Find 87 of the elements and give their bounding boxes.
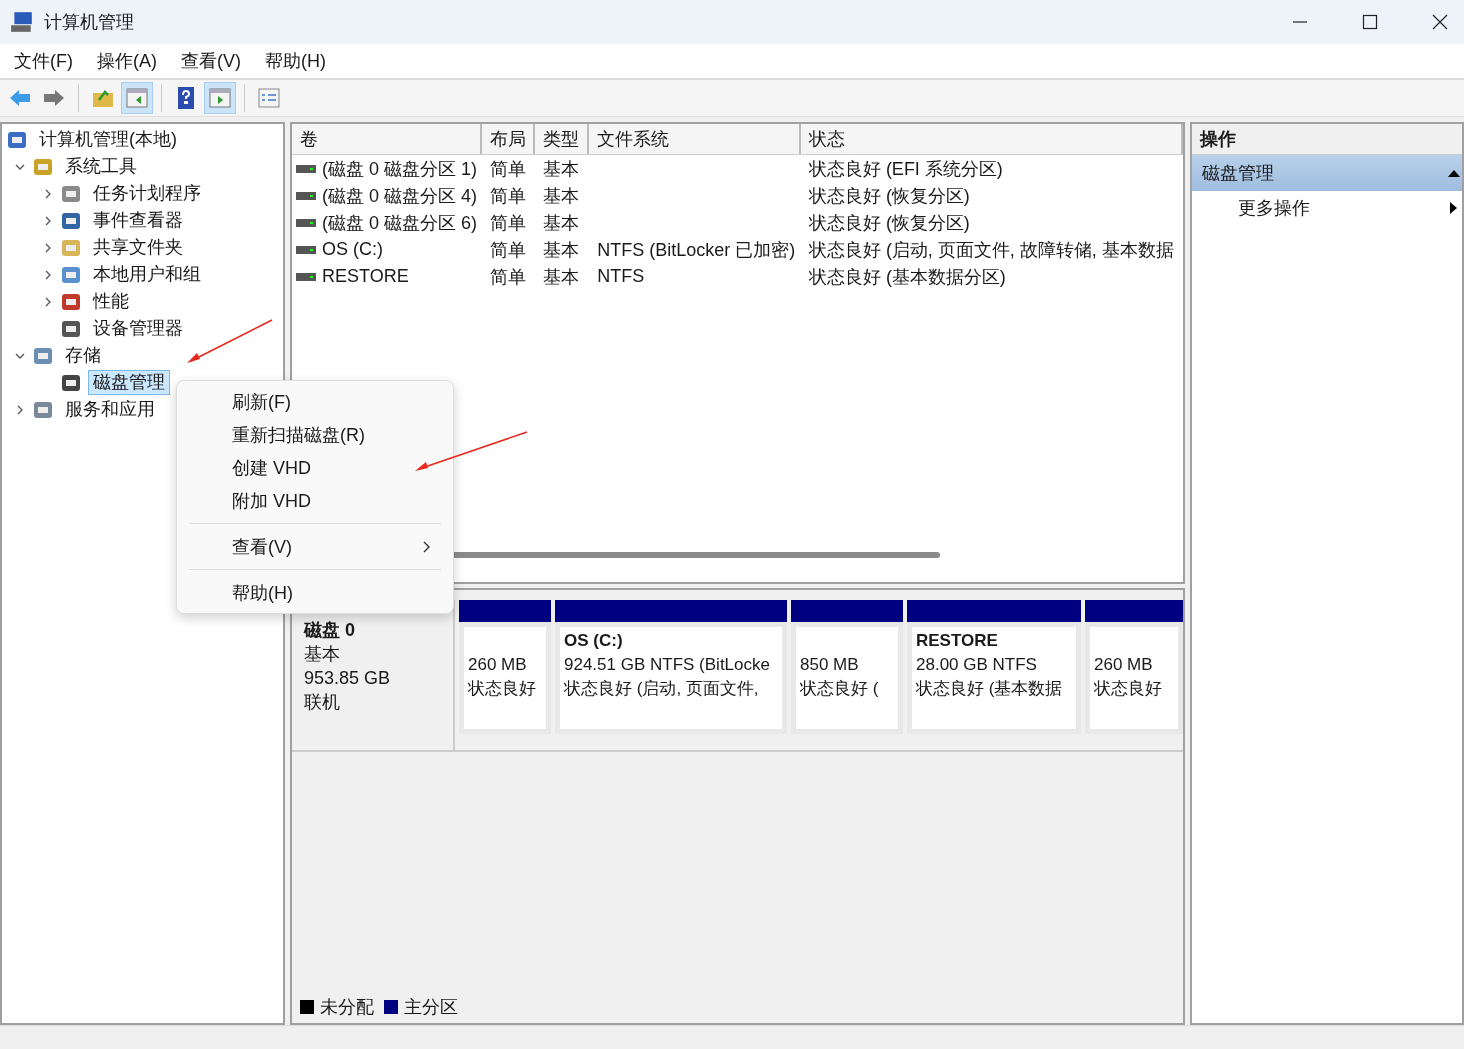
table-cell: RESTORE bbox=[322, 266, 409, 287]
context-menu-item[interactable]: 帮助(H) bbox=[177, 576, 453, 609]
submenu-arrow-icon bbox=[1450, 202, 1458, 214]
partition-title: RESTORE bbox=[916, 630, 999, 652]
partition-box[interactable]: OS (C:) 924.51 GB NTFS (BitLocke 状态良好 (启动, 页面文件, bbox=[555, 622, 787, 734]
window-title: 计算机管理 bbox=[44, 11, 134, 34]
tree-item[interactable]: 本地用户和组 bbox=[88, 262, 206, 287]
tree-item[interactable]: 事件查看器 bbox=[88, 208, 188, 233]
pane-icon bbox=[125, 86, 149, 110]
disk-name: 磁盘 0 bbox=[304, 619, 356, 642]
chevron-icon bbox=[423, 540, 431, 553]
tree-item[interactable]: 磁盘管理 bbox=[88, 370, 170, 395]
column-header[interactable]: 文件系统 bbox=[589, 124, 801, 154]
column-header[interactable]: 布局 bbox=[481, 124, 536, 154]
table-cell-text: 简单 bbox=[489, 238, 526, 262]
partition-text: 260 MB bbox=[468, 654, 528, 676]
context-menu-item[interactable]: 刷新(F) bbox=[177, 385, 453, 418]
table-cell: NTFS bbox=[597, 266, 645, 287]
table-cell-text: 基本 bbox=[543, 211, 580, 235]
partition-text: 状态良好 (启动, 页面文件, bbox=[564, 678, 760, 700]
legend-label: 主分区 bbox=[404, 996, 458, 1019]
column-header[interactable]: 状态 bbox=[800, 124, 1183, 154]
partition-box[interactable]: 850 MB 状态良好 ( bbox=[791, 622, 903, 734]
table-cell-text: 状态良好 (基本数据分区) bbox=[808, 265, 1006, 289]
menu-item[interactable]: 文件(F) bbox=[14, 49, 73, 73]
partition-text: 28.00 GB NTFS bbox=[916, 654, 1038, 676]
table-cell-text: 状态良好 (恢复分区) bbox=[808, 211, 970, 235]
table-cell: OS (C:) bbox=[322, 239, 383, 260]
tree-item[interactable]: 性能 bbox=[88, 289, 134, 314]
checklist-icon bbox=[257, 86, 281, 110]
table-cell-text: 基本 bbox=[543, 184, 580, 208]
table-cell-text: (磁盘 0 磁盘分区 6) bbox=[322, 211, 477, 235]
partition-text: 状态良好 ( bbox=[800, 678, 880, 700]
maximize-button[interactable] bbox=[1362, 14, 1378, 30]
close-button[interactable] bbox=[1432, 14, 1448, 30]
table-cell-text: 状态良好 (启动, 页面文件, 故障转储, 基本数据 bbox=[808, 238, 1174, 262]
volume-icon bbox=[296, 218, 316, 227]
context-menu-item[interactable]: 查看(V) bbox=[177, 530, 453, 563]
menu-item[interactable]: 帮助(H) bbox=[265, 49, 326, 73]
context-menu-item[interactable]: 创建 VHD bbox=[177, 451, 453, 484]
actions-header: 操作 bbox=[1192, 124, 1462, 155]
disk-size: 953.85 GB bbox=[304, 667, 392, 690]
actions-section[interactable]: 磁盘管理 bbox=[1192, 155, 1462, 191]
partition-text: 260 MB bbox=[1094, 654, 1154, 676]
table-cell-text: 基本 bbox=[543, 157, 580, 181]
partition-text: 状态良好 bbox=[1094, 678, 1163, 700]
partition-box[interactable]: 260 MB 状态良好 bbox=[459, 622, 551, 734]
volume-icon bbox=[296, 272, 316, 281]
tree-item[interactable]: 设备管理器 bbox=[88, 316, 188, 341]
legend-label: 未分配 bbox=[320, 996, 374, 1019]
context-menu-item[interactable]: 重新扫描磁盘(R) bbox=[177, 418, 453, 451]
partition-text: 924.51 GB NTFS (BitLocke bbox=[564, 654, 771, 676]
action-link[interactable]: 更多操作 bbox=[1192, 191, 1462, 225]
partition-text: 状态良好 bbox=[468, 678, 537, 700]
volume-icon bbox=[296, 191, 316, 200]
tree-item[interactable]: 存储 bbox=[60, 343, 106, 368]
menu-item[interactable]: 查看(V) bbox=[181, 49, 241, 73]
pane-icon bbox=[208, 86, 232, 110]
menu-item[interactable]: 操作(A) bbox=[97, 49, 157, 73]
table-cell-text: (磁盘 0 磁盘分区 1) bbox=[322, 157, 477, 181]
partition-title: OS (C:) bbox=[564, 630, 624, 652]
table-cell-text: 基本 bbox=[543, 265, 580, 289]
partition-text: 850 MB bbox=[800, 654, 860, 676]
column-header[interactable]: 类型 bbox=[535, 124, 590, 154]
tree-item[interactable]: 任务计划程序 bbox=[88, 181, 206, 206]
partition-text: 状态良好 (基本数据 bbox=[916, 678, 1064, 700]
tree-item[interactable]: 共享文件夹 bbox=[88, 235, 188, 260]
table-cell-text: 状态良好 (恢复分区) bbox=[808, 184, 970, 208]
table-cell-text: 简单 bbox=[489, 157, 526, 181]
table-cell-text: 基本 bbox=[543, 238, 580, 262]
table-cell-text: 简单 bbox=[489, 184, 526, 208]
disk-type: 基本 bbox=[304, 643, 341, 666]
table-cell-text: (磁盘 0 磁盘分区 4) bbox=[322, 184, 477, 208]
table-cell-text: 简单 bbox=[489, 265, 526, 289]
table-cell-text: 简单 bbox=[489, 211, 526, 235]
volume-icon bbox=[296, 164, 316, 173]
table-cell-text: NTFS (BitLocker 已加密) bbox=[597, 238, 796, 262]
column-header[interactable]: 卷 bbox=[292, 124, 482, 154]
tree-item[interactable]: 计算机管理(本地) bbox=[34, 127, 182, 152]
tree-item[interactable]: 系统工具 bbox=[60, 154, 142, 179]
tree-item[interactable]: 服务和应用 bbox=[60, 397, 160, 422]
disk-status: 联机 bbox=[304, 691, 341, 714]
partition-box[interactable]: 260 MB 状态良好 bbox=[1085, 622, 1183, 734]
volume-icon bbox=[296, 245, 316, 254]
partition-box[interactable]: RESTORE 28.00 GB NTFS 状态良好 (基本数据 bbox=[907, 622, 1081, 734]
context-menu-item[interactable]: 附加 VHD bbox=[177, 484, 453, 517]
table-cell-text: 状态良好 (EFI 系统分区) bbox=[808, 157, 1003, 181]
